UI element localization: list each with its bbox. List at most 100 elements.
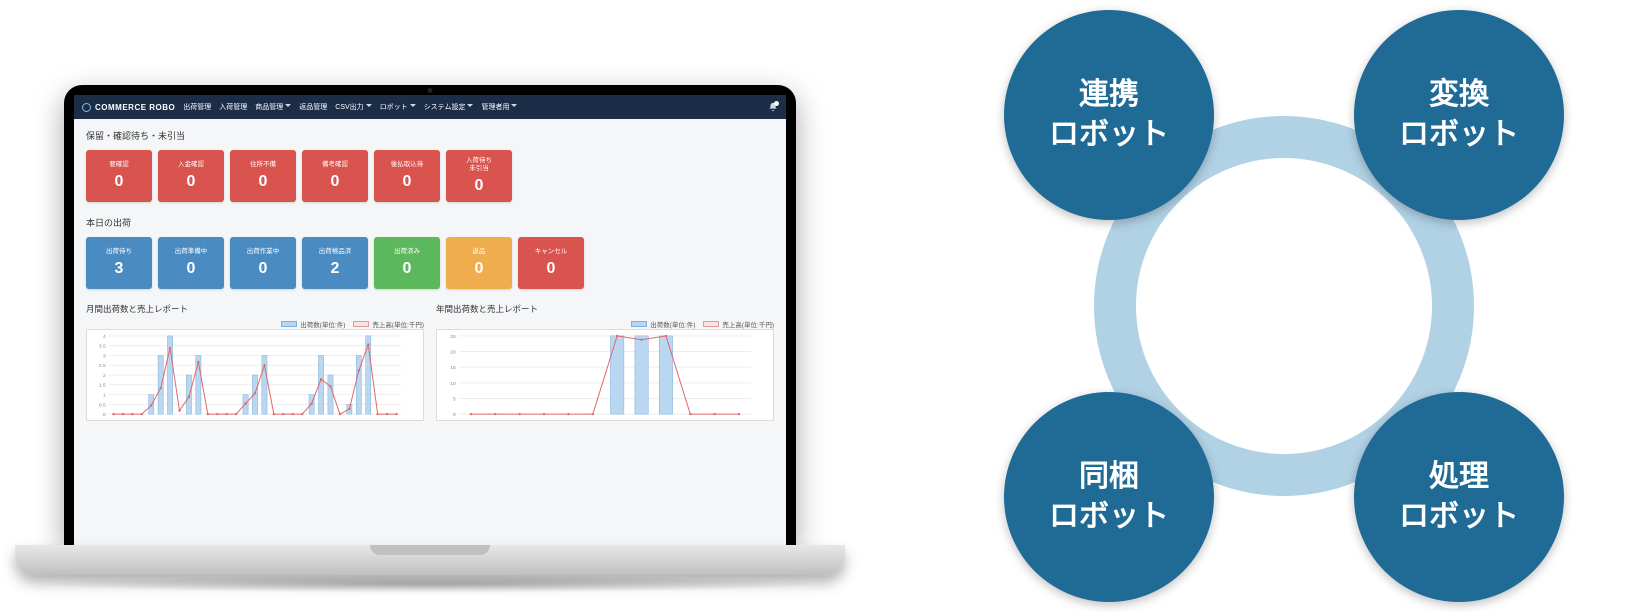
nav-right xyxy=(768,102,778,112)
nav-item[interactable]: ロボット xyxy=(380,102,416,112)
tile-value: 0 xyxy=(187,260,196,278)
swatch-bar-icon xyxy=(631,321,647,327)
nav-item[interactable]: 商品管理 xyxy=(255,102,291,112)
svg-text:0: 0 xyxy=(453,412,456,418)
swatch-bar-icon xyxy=(281,321,297,327)
tile-pending[interactable]: 要確認 0 xyxy=(86,150,152,202)
nav-item[interactable]: システム設定 xyxy=(424,102,474,112)
tile-today[interactable]: 出荷待ち 3 xyxy=(86,237,152,289)
bubble-process-robot: 処理 ロボット xyxy=(1354,392,1564,602)
svg-text:2: 2 xyxy=(103,373,106,379)
tile-label: 出荷済み xyxy=(394,248,420,256)
bell-icon[interactable] xyxy=(768,102,778,112)
svg-text:1.5: 1.5 xyxy=(99,383,106,389)
monthly-chart: 月間出荷数と売上レポート 出荷数(単位:件) 売上高(単位:千円) 0 0.5 1 1… xyxy=(86,303,424,421)
tile-value: 0 xyxy=(547,260,556,278)
nav-item[interactable]: 出荷管理 xyxy=(183,102,211,112)
tile-value: 2 xyxy=(331,260,340,278)
laptop-base xyxy=(15,545,845,575)
yearly-plot: 0 5 10 15 20 25 xyxy=(436,329,774,421)
chart-legend: 出荷数(単位:件) 売上高(単位:千円) xyxy=(436,319,774,329)
tile-today[interactable]: 出荷作業中 0 xyxy=(230,237,296,289)
legend-bar: 出荷数(単位:件) xyxy=(631,319,695,329)
tile-today[interactable]: 出荷検品済 2 xyxy=(302,237,368,289)
screen-frame: COMMERCE ROBO 出荷管理 入荷管理 商品管理 返品管理 CSV出力 … xyxy=(64,85,796,545)
tile-value: 0 xyxy=(259,173,268,191)
svg-text:1: 1 xyxy=(103,393,106,399)
laptop-mockup: COMMERCE ROBO 出荷管理 入荷管理 商品管理 返品管理 CSV出力 … xyxy=(15,85,845,593)
bubble-bundle-robot: 同梱 ロボット xyxy=(1004,392,1214,602)
tile-pending[interactable]: 住所不備 0 xyxy=(230,150,296,202)
tile-today[interactable]: 返品 0 xyxy=(446,237,512,289)
yearly-chart: 年間出荷数と売上レポート 出荷数(単位:件) 売上高(単位:千円) 0 5 10 15… xyxy=(436,303,774,421)
tile-value: 3 xyxy=(115,260,124,278)
bubble-convert-robot: 変換 ロボット xyxy=(1354,10,1564,220)
svg-text:0.5: 0.5 xyxy=(99,402,106,408)
svg-text:25: 25 xyxy=(450,334,456,340)
tile-label: 要確認 xyxy=(109,161,129,169)
nav-items: 出荷管理 入荷管理 商品管理 返品管理 CSV出力 ロボット システム設定 管理… xyxy=(183,102,517,112)
laptop-shadow xyxy=(40,575,820,593)
notification-dot xyxy=(774,101,779,106)
tile-label: 出荷待ち xyxy=(106,248,132,256)
chart-title: 年間出荷数と売上レポート xyxy=(436,303,774,315)
tile-pending[interactable]: 後払取込待 0 xyxy=(374,150,440,202)
tile-value: 0 xyxy=(403,173,412,191)
robot-diagram: 連携 ロボット 変換 ロボット 同梱 ロボット 処理 ロボット xyxy=(974,0,1594,612)
tile-label: 出荷作業中 xyxy=(247,248,280,256)
nav-item[interactable]: 管理者用 xyxy=(481,102,517,112)
tile-label: 返品 xyxy=(473,248,486,256)
bubble-link-robot: 連携 ロボット xyxy=(1004,10,1214,220)
monthly-plot: 0 0.5 1 1.5 2 2.5 3 3.5 4 xyxy=(86,329,424,421)
swatch-line-icon xyxy=(353,321,369,327)
legend-bar: 出荷数(単位:件) xyxy=(281,319,345,329)
nav-item[interactable]: 入荷管理 xyxy=(219,102,247,112)
tile-pending[interactable]: 入金確認 0 xyxy=(158,150,224,202)
tile-today[interactable]: キャンセル 0 xyxy=(518,237,584,289)
tile-label: キャンセル xyxy=(535,248,568,256)
tile-label: 備考確認 xyxy=(322,161,348,169)
brand[interactable]: COMMERCE ROBO xyxy=(82,103,175,112)
today-row: 出荷待ち 3 出荷準備中 0 出荷作業中 0 出荷検品済 2 xyxy=(86,237,774,289)
tile-today[interactable]: 出荷準備中 0 xyxy=(158,237,224,289)
tile-label: 入金確認 xyxy=(178,161,204,169)
tile-label: 住所不備 xyxy=(250,161,276,169)
svg-text:15: 15 xyxy=(450,365,456,371)
tile-value: 0 xyxy=(475,260,484,278)
nav-item[interactable]: CSV出力 xyxy=(335,102,371,112)
svg-text:2.5: 2.5 xyxy=(99,363,106,369)
svg-text:3.5: 3.5 xyxy=(99,344,106,350)
camera-dot xyxy=(428,88,433,93)
tile-label: 後払取込待 xyxy=(391,161,424,169)
svg-text:3: 3 xyxy=(103,353,106,359)
svg-text:5: 5 xyxy=(453,396,456,402)
legend-line: 売上高(単位:千円) xyxy=(703,319,774,329)
tile-value: 0 xyxy=(187,173,196,191)
charts-row: 月間出荷数と売上レポート 出荷数(単位:件) 売上高(単位:千円) 0 0.5 1 1… xyxy=(86,303,774,421)
chart-legend: 出荷数(単位:件) 売上高(単位:千円) xyxy=(86,319,424,329)
legend-line: 売上高(単位:千円) xyxy=(353,319,424,329)
svg-text:4: 4 xyxy=(103,334,106,340)
tile-value: 0 xyxy=(403,260,412,278)
laptop-notch xyxy=(370,545,490,555)
tile-pending[interactable]: 入荷待ち 未引当 0 xyxy=(446,150,512,202)
chart-title: 月間出荷数と売上レポート xyxy=(86,303,424,315)
tile-label: 出荷準備中 xyxy=(175,248,208,256)
tile-today[interactable]: 出荷済み 0 xyxy=(374,237,440,289)
svg-text:20: 20 xyxy=(450,349,456,355)
nav-item[interactable]: 返品管理 xyxy=(299,102,327,112)
svg-text:0: 0 xyxy=(103,412,106,418)
navbar: COMMERCE ROBO 出荷管理 入荷管理 商品管理 返品管理 CSV出力 … xyxy=(74,95,786,119)
tile-value: 0 xyxy=(331,173,340,191)
swatch-line-icon xyxy=(703,321,719,327)
tile-label: 入荷待ち 未引当 xyxy=(466,157,492,173)
tile-label: 出荷検品済 xyxy=(319,248,352,256)
pending-row: 要確認 0 入金確認 0 住所不備 0 備考確認 0 xyxy=(86,150,774,202)
tile-value: 0 xyxy=(475,177,484,195)
svg-text:10: 10 xyxy=(450,381,456,387)
brand-name: COMMERCE ROBO xyxy=(95,103,175,112)
tile-pending[interactable]: 備考確認 0 xyxy=(302,150,368,202)
app-viewport: COMMERCE ROBO 出荷管理 入荷管理 商品管理 返品管理 CSV出力 … xyxy=(74,95,786,545)
tile-value: 0 xyxy=(115,173,124,191)
today-title: 本日の出荷 xyxy=(86,216,774,229)
